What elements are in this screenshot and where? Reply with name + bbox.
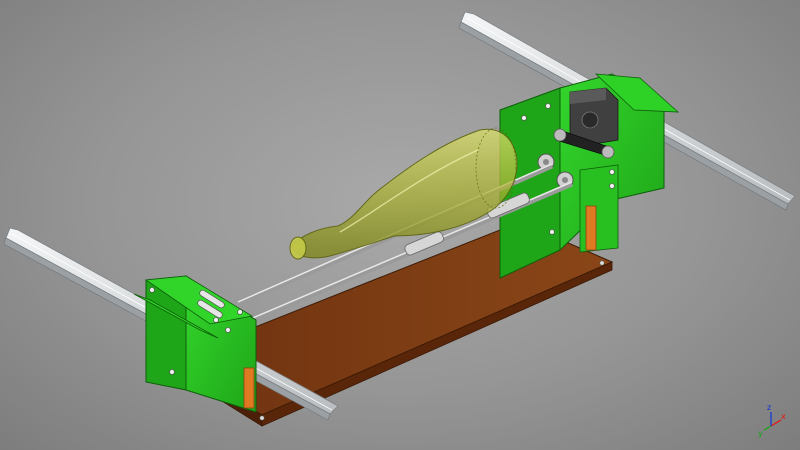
x-axis-label: x <box>781 412 786 421</box>
y-axis-icon <box>763 425 772 431</box>
y-axis-label: y <box>758 429 763 438</box>
cad-viewport[interactable]: x z y <box>0 0 800 450</box>
axis-indicator: x z y <box>758 403 786 438</box>
x-axis-icon <box>770 419 782 427</box>
z-axis-label: z <box>767 403 771 412</box>
